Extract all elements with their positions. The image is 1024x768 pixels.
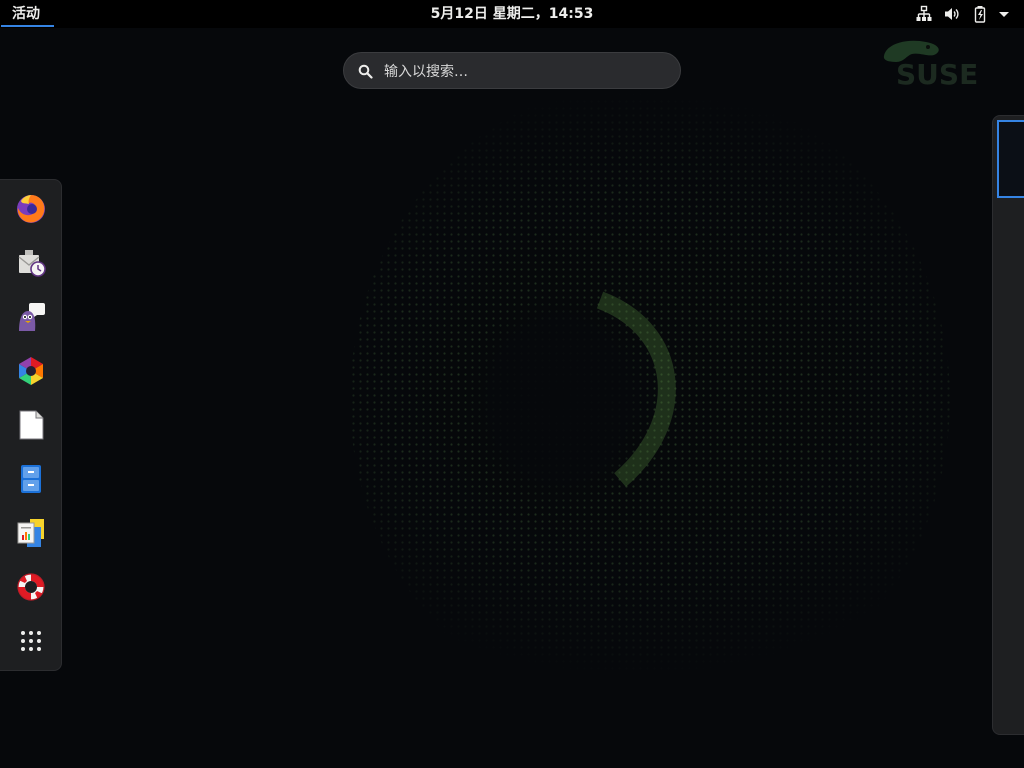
dash-item-show-applications[interactable] (9, 619, 53, 663)
pidgin-chat-icon (19, 303, 45, 331)
volume-icon[interactable] (943, 5, 961, 23)
search-icon (358, 64, 373, 79)
dash-item-photos[interactable] (9, 349, 53, 393)
system-menu-arrow-icon[interactable] (995, 5, 1013, 23)
network-wired-icon[interactable] (915, 5, 933, 23)
help-lifebuoy-icon (17, 573, 45, 601)
search-input[interactable] (382, 59, 666, 85)
dash-item-files[interactable] (9, 457, 53, 501)
photos-icon (19, 357, 43, 385)
workspace-thumbnail[interactable] (997, 120, 1024, 198)
suse-logo: SUSE (883, 40, 978, 90)
firefox-icon (17, 195, 45, 223)
top-bar: 活动 5月12日 星期二，14:53 (0, 0, 1024, 28)
dash-item-document[interactable] (9, 403, 53, 447)
dash-item-firefox[interactable] (9, 187, 53, 231)
show-applications-icon (21, 631, 41, 651)
dash-item-office[interactable] (9, 511, 53, 555)
dash-item-evolution[interactable] (9, 241, 53, 285)
file-cabinet-icon (21, 465, 41, 493)
activities-indicator (1, 25, 54, 27)
clock-button[interactable]: 5月12日 星期二，14:53 (431, 6, 594, 22)
search-box[interactable] (343, 52, 681, 89)
desktop-wallpaper (0, 0, 1024, 768)
document-icon (19, 410, 44, 440)
dash (0, 179, 62, 671)
evolution-mail-icon (18, 250, 46, 277)
dash-item-pidgin[interactable] (9, 295, 53, 339)
battery-charging-icon[interactable] (972, 5, 990, 23)
workspace-switcher (992, 115, 1024, 735)
office-suite-icon (17, 519, 44, 547)
dash-item-help[interactable] (9, 565, 53, 609)
svg-text:SUSE: SUSE (896, 58, 978, 90)
activities-button[interactable]: 活动 (0, 0, 52, 28)
clock-area: 5月12日 星期二，14:53 (0, 0, 1024, 28)
